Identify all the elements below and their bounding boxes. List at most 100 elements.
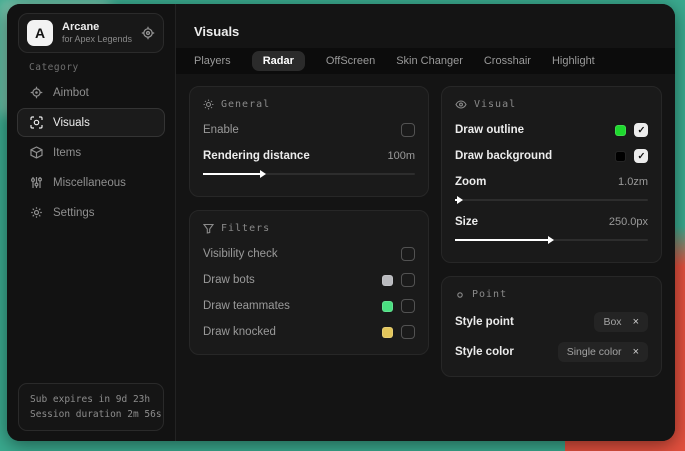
rendering-distance-value: 100m	[387, 150, 415, 162]
tab-radar[interactable]: Radar	[252, 51, 305, 71]
tab-crosshair[interactable]: Crosshair	[484, 55, 531, 67]
visual-card: Visual Draw outline Draw background Zoom	[441, 86, 662, 263]
draw-background-color-swatch[interactable]	[615, 151, 626, 162]
draw-teammates-label: Draw teammates	[203, 300, 382, 312]
close-icon[interactable]: ×	[633, 347, 639, 357]
draw-bots-checkbox[interactable]	[401, 273, 415, 287]
style-point-select[interactable]: Box ×	[594, 312, 648, 332]
tabbar: Players Radar OffScreen Skin Changer Cro…	[176, 48, 675, 74]
size-label: Size	[455, 216, 601, 228]
draw-outline-row: Draw outline	[455, 119, 648, 141]
gear-icon	[30, 206, 43, 219]
visibility-check-row: Visibility check	[203, 243, 415, 265]
cube-icon	[30, 146, 43, 159]
sidebar-item-items[interactable]: Items	[17, 138, 165, 167]
style-color-row: Style color Single color ×	[455, 339, 648, 365]
brand-text: Arcane for Apex Legends	[62, 21, 141, 45]
sidebar: A Arcane for Apex Legends Category	[7, 4, 176, 441]
app-window: A Arcane for Apex Legends Category	[7, 4, 675, 441]
zoom-row: Zoom 1.0zm	[455, 171, 648, 193]
enable-row: Enable	[203, 119, 415, 141]
size-value: 250.0px	[609, 216, 648, 228]
gear-icon[interactable]	[141, 26, 155, 40]
close-icon[interactable]: ×	[633, 317, 639, 327]
visibility-check-label: Visibility check	[203, 248, 401, 260]
size-slider[interactable]	[455, 235, 648, 246]
point-card: Point Style point Box × Style color Sing…	[441, 276, 662, 377]
draw-background-row: Draw background	[455, 145, 648, 167]
point-card-header: Point	[455, 289, 648, 300]
subscription-status-card: Sub expires in 9d 23h Session duration 2…	[18, 383, 164, 431]
section-title: Point	[472, 289, 507, 300]
slider-thumb[interactable]	[455, 239, 548, 241]
sidebar-nav: Aimbot Visuals Items	[17, 78, 165, 228]
draw-knocked-color-swatch[interactable]	[382, 327, 393, 338]
zoom-label: Zoom	[455, 176, 610, 188]
general-card-header: General	[203, 99, 415, 110]
right-column: Visual Draw outline Draw background Zoom	[441, 86, 662, 390]
rendering-distance-row: Rendering distance 100m	[203, 145, 415, 167]
sidebar-item-settings[interactable]: Settings	[17, 198, 165, 227]
draw-bots-color-swatch[interactable]	[382, 275, 393, 286]
draw-knocked-checkbox[interactable]	[401, 325, 415, 339]
rendering-distance-label: Rendering distance	[203, 150, 379, 162]
sidebar-item-label: Miscellaneous	[53, 177, 126, 189]
style-point-label: Style point	[455, 316, 594, 328]
section-title: General	[221, 99, 270, 110]
sidebar-item-label: Items	[53, 147, 81, 159]
tab-highlight[interactable]: Highlight	[552, 55, 595, 67]
sidebar-item-aimbot[interactable]: Aimbot	[17, 78, 165, 107]
filters-card: Filters Visibility check Draw bots Draw …	[189, 210, 429, 355]
sliders-icon	[30, 176, 43, 189]
style-color-select[interactable]: Single color ×	[558, 342, 648, 362]
dot-icon	[455, 290, 465, 300]
eye-icon	[455, 99, 467, 110]
enable-checkbox[interactable]	[401, 123, 415, 137]
sidebar-item-label: Settings	[53, 207, 95, 219]
tab-offscreen[interactable]: OffScreen	[326, 55, 375, 67]
sidebar-item-miscellaneous[interactable]: Miscellaneous	[17, 168, 165, 197]
enable-label: Enable	[203, 124, 401, 136]
size-row: Size 250.0px	[455, 211, 648, 233]
app-title: Arcane	[62, 21, 141, 34]
draw-background-checkbox[interactable]	[634, 149, 648, 163]
app-logo: A	[27, 20, 53, 46]
cards-area: General Enable Rendering distance 100m	[189, 86, 662, 390]
draw-knocked-row: Draw knocked	[203, 321, 415, 343]
draw-teammates-color-swatch[interactable]	[382, 301, 393, 312]
sub-expiry-text: Sub expires in 9d 23h	[30, 392, 152, 407]
zoom-value: 1.0zm	[618, 176, 648, 188]
zoom-slider[interactable]	[455, 195, 648, 206]
draw-outline-color-swatch[interactable]	[615, 125, 626, 136]
left-column: General Enable Rendering distance 100m	[189, 86, 429, 368]
general-card: General Enable Rendering distance 100m	[189, 86, 429, 197]
crosshair-icon	[30, 86, 43, 99]
visibility-check-checkbox[interactable]	[401, 247, 415, 261]
rendering-distance-slider[interactable]	[203, 169, 415, 180]
app-subtitle: for Apex Legends	[62, 34, 141, 45]
sidebar-item-visuals[interactable]: Visuals	[17, 108, 165, 137]
tab-players[interactable]: Players	[194, 55, 231, 67]
draw-teammates-checkbox[interactable]	[401, 299, 415, 313]
draw-outline-checkbox[interactable]	[634, 123, 648, 137]
filters-card-header: Filters	[203, 223, 415, 234]
section-title: Filters	[221, 223, 270, 234]
main-content: Visuals Players Radar OffScreen Skin Cha…	[176, 4, 675, 441]
slider-thumb[interactable]	[203, 173, 260, 175]
draw-knocked-label: Draw knocked	[203, 326, 382, 338]
slider-thumb[interactable]	[455, 199, 457, 201]
style-color-value: Single color	[567, 346, 622, 358]
section-title: Visual	[474, 99, 516, 110]
draw-bots-label: Draw bots	[203, 274, 382, 286]
tab-skin-changer[interactable]: Skin Changer	[396, 55, 463, 67]
draw-background-label: Draw background	[455, 150, 615, 162]
draw-teammates-row: Draw teammates	[203, 295, 415, 317]
sidebar-item-label: Aimbot	[53, 87, 89, 99]
page-title: Visuals	[194, 24, 239, 39]
scan-icon	[30, 116, 43, 129]
draw-outline-label: Draw outline	[455, 124, 615, 136]
session-duration-text: Session duration 2m 56s	[30, 407, 152, 422]
funnel-icon	[203, 223, 214, 234]
style-point-row: Style point Box ×	[455, 309, 648, 335]
category-label: Category	[29, 62, 79, 73]
